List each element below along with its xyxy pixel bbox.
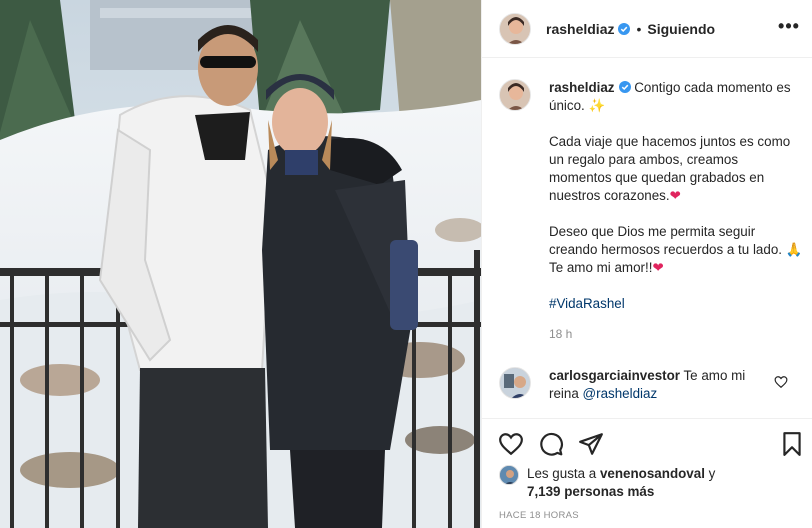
- comment-item: carlosgarciainvestor Te amo mi reina @ra…: [499, 367, 804, 403]
- post-photo[interactable]: [0, 0, 481, 528]
- following-button[interactable]: Siguiendo: [647, 21, 715, 37]
- bookmark-icon[interactable]: [779, 431, 805, 457]
- comment-icon[interactable]: [538, 431, 564, 457]
- heart-emoji: ❤: [652, 260, 664, 275]
- comment-heart-icon[interactable]: [774, 375, 788, 389]
- liker-username[interactable]: venenosandoval: [600, 466, 705, 481]
- hashtag-link[interactable]: #VidaRashel: [549, 296, 625, 311]
- post-side-panel: rasheldiaz • Siguiendo ••• rasheldiaz Co: [481, 0, 812, 528]
- caption-timestamp: 18 h: [549, 327, 573, 341]
- share-icon[interactable]: [578, 431, 604, 457]
- likes-summary: Les gusta a venenosandoval y 7,139 perso…: [499, 465, 715, 501]
- likes-conj: y: [708, 466, 716, 481]
- verified-icon: [618, 81, 631, 93]
- post-actions: Les gusta a venenosandoval y 7,139 perso…: [482, 418, 812, 528]
- heart-icon[interactable]: [498, 431, 524, 457]
- likes-text: Les gusta a venenosandoval y 7,139 perso…: [527, 465, 715, 501]
- caption-avatar[interactable]: [499, 79, 531, 111]
- caption: rasheldiaz Contigo cada momento es único…: [499, 79, 804, 343]
- author-username[interactable]: rasheldiaz: [546, 21, 614, 37]
- likes-count[interactable]: 7,139 personas más: [527, 484, 654, 499]
- more-icon[interactable]: •••: [777, 14, 801, 38]
- caption-username[interactable]: rasheldiaz: [549, 80, 615, 95]
- post-image: [0, 0, 481, 528]
- comment-mention[interactable]: @rasheldiaz: [583, 386, 658, 401]
- heart-emoji: ❤: [669, 188, 681, 203]
- verified-icon: [618, 22, 631, 35]
- author-avatar[interactable]: [499, 12, 531, 45]
- likes-prefix: Les gusta a: [527, 466, 597, 481]
- commenter-username[interactable]: carlosgarciainvestor: [549, 368, 680, 383]
- separator-dot: •: [636, 20, 642, 37]
- post-date[interactable]: HACE 18 HORAS: [499, 510, 579, 521]
- commenter-avatar[interactable]: [499, 367, 531, 399]
- caption-paragraph-3: Deseo que Dios me permita seguir creando…: [549, 224, 803, 275]
- liker-avatar[interactable]: [499, 465, 519, 485]
- post-header: rasheldiaz • Siguiendo •••: [482, 0, 812, 58]
